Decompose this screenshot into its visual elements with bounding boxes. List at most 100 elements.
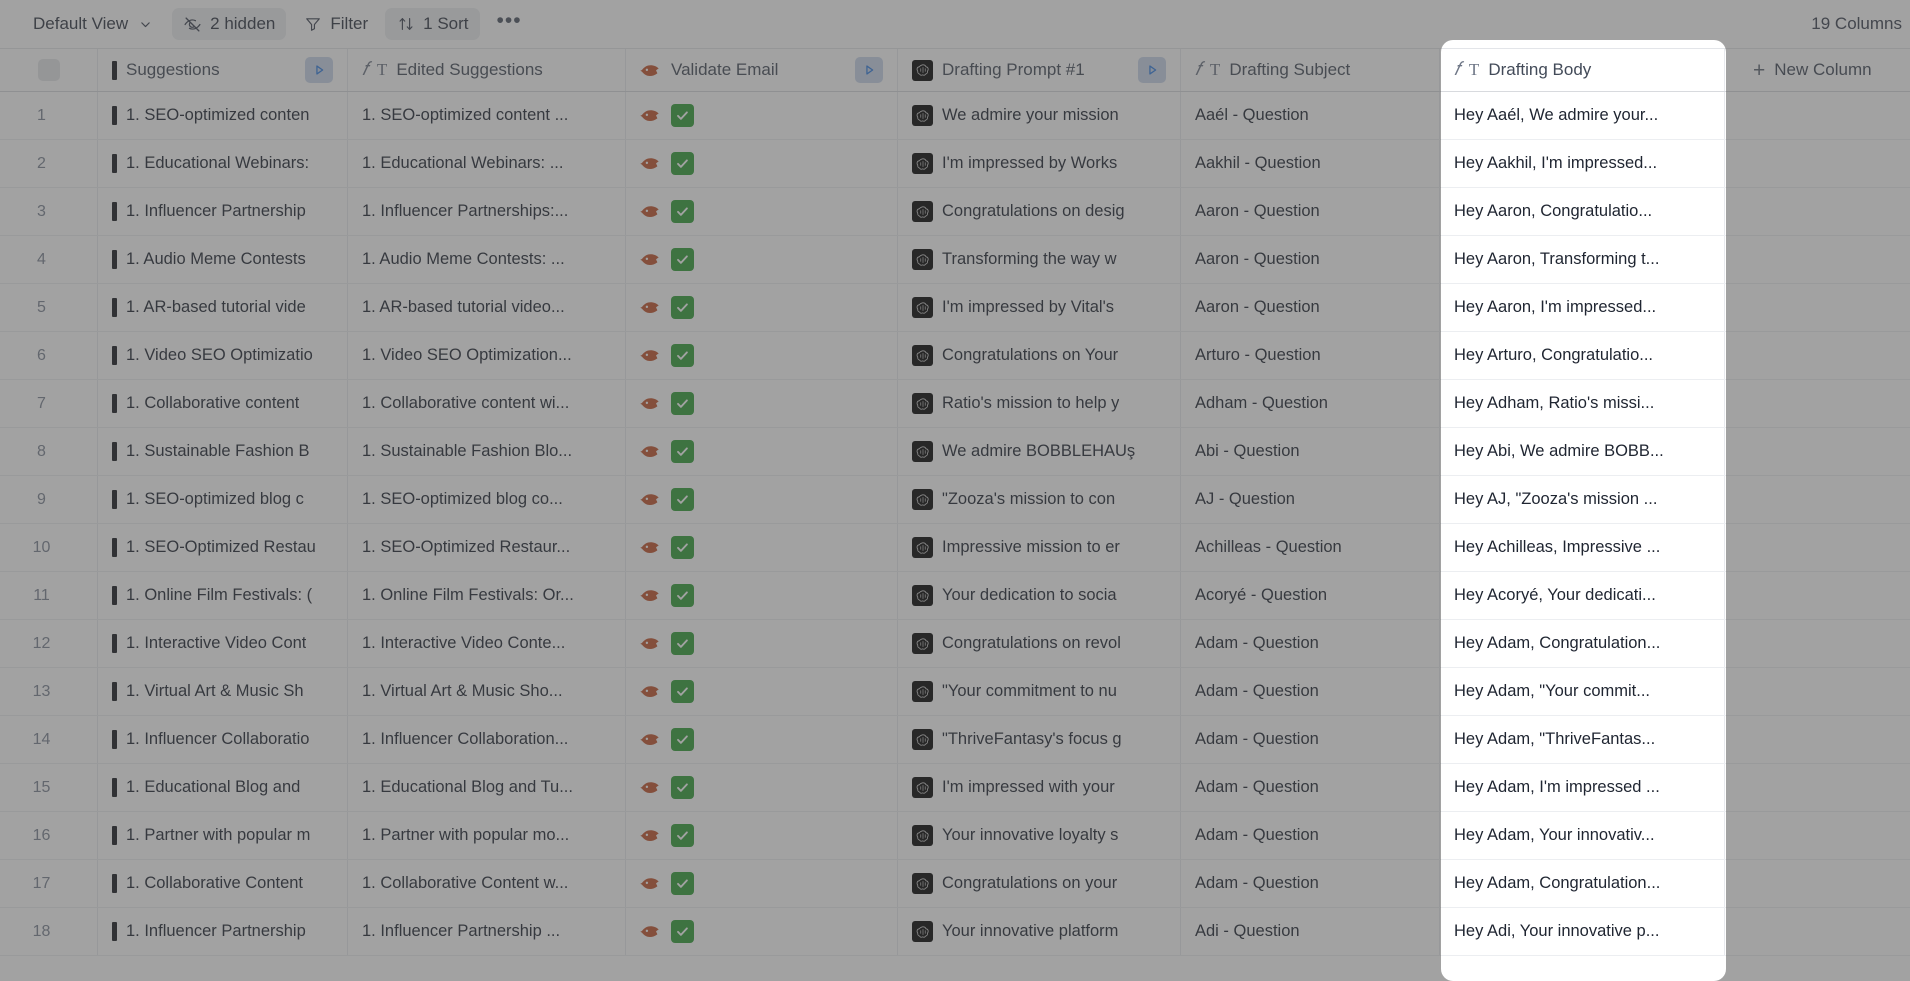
cell-drafting-prompt-1[interactable]: "ThriveFantasy's focus ɡ	[898, 716, 1181, 763]
cell-drafting-subject[interactable]: Adam - Question	[1181, 716, 1440, 763]
cell-drafting-subject[interactable]: Adam - Question	[1181, 812, 1440, 859]
cell-edited-suggestions[interactable]: 1. Educational Webinars: ...	[348, 140, 626, 187]
cell-drafting-subject[interactable]: Adham - Question	[1181, 380, 1440, 427]
cell-drafting-subject[interactable]: Adam - Question	[1181, 668, 1440, 715]
cell-drafting-body[interactable]: Hey Adam, Congratulation...	[1440, 620, 1725, 667]
cell-drafting-subject[interactable]: Aaron - Question	[1181, 188, 1440, 235]
cell-drafting-subject[interactable]: AJ - Question	[1181, 476, 1440, 523]
cell-suggestions[interactable]: 1. Audio Meme Contests	[98, 236, 348, 283]
cell-drafting-body[interactable]: Hey Adam, "Your commit...	[1440, 668, 1725, 715]
cell-suggestions[interactable]: 1. Collaborative Content	[98, 860, 348, 907]
run-column-button[interactable]	[1138, 57, 1166, 83]
cell-suggestions[interactable]: 1. Partner with popular m	[98, 812, 348, 859]
cell-drafting-body[interactable]: Hey Acoryé, Your dedicati...	[1440, 572, 1725, 619]
cell-validate-email[interactable]	[626, 476, 898, 523]
row-number-cell[interactable]: 16	[0, 812, 98, 859]
row-number-cell[interactable]: 17	[0, 860, 98, 907]
cell-edited-suggestions[interactable]: 1. Influencer Partnership ...	[348, 908, 626, 955]
cell-validate-email[interactable]	[626, 524, 898, 571]
cell-drafting-prompt-1[interactable]: Your innovative loyalty s	[898, 812, 1181, 859]
row-number-cell[interactable]: 9	[0, 476, 98, 523]
cell-drafting-body[interactable]: Hey Adam, "ThriveFantas...	[1440, 716, 1725, 763]
cell-drafting-subject[interactable]: Adam - Question	[1181, 860, 1440, 907]
cell-edited-suggestions[interactable]: 1. SEO-optimized blog co...	[348, 476, 626, 523]
table-row[interactable]: 7 1. Collaborative content 1. Collaborativ…	[0, 380, 1910, 428]
cell-drafting-prompt-1[interactable]: "Your commitment to nu	[898, 668, 1181, 715]
table-row[interactable]: 9 1. SEO-optimized blog c 1. SEO-optimized…	[0, 476, 1910, 524]
row-number-cell[interactable]: 2	[0, 140, 98, 187]
table-row[interactable]: 11 1. Online Film Festivals: (1. Online F…	[0, 572, 1910, 620]
filter-button[interactable]: Filter	[292, 8, 379, 40]
cell-drafting-prompt-1[interactable]: I'm impressed by Vital's	[898, 284, 1181, 331]
row-number-cell[interactable]: 8	[0, 428, 98, 475]
cell-drafting-prompt-1[interactable]: We admire your mission	[898, 92, 1181, 139]
cell-edited-suggestions[interactable]: 1. Sustainable Fashion Blo...	[348, 428, 626, 475]
column-header-validate-email[interactable]: Validate Email	[626, 49, 898, 91]
cell-drafting-prompt-1[interactable]: I'm impressed by Works	[898, 140, 1181, 187]
table-row[interactable]: 13 1. Virtual Art & Music Sh 1. Virtual Ar…	[0, 668, 1910, 716]
cell-edited-suggestions[interactable]: 1. AR-based tutorial video...	[348, 284, 626, 331]
cell-validate-email[interactable]	[626, 572, 898, 619]
table-row[interactable]: 10 1. SEO-Optimized Restau 1. SEO-Optimize…	[0, 524, 1910, 572]
cell-drafting-prompt-1[interactable]: "Zooza's mission to con	[898, 476, 1181, 523]
cell-drafting-subject[interactable]: Abi - Question	[1181, 428, 1440, 475]
cell-validate-email[interactable]	[626, 812, 898, 859]
cell-drafting-body[interactable]: Hey Achilleas, Impressive ...	[1440, 524, 1725, 571]
cell-edited-suggestions[interactable]: 1. Virtual Art & Music Sho...	[348, 668, 626, 715]
table-row[interactable]: 12 1. Interactive Video Cont 1. Interactiv…	[0, 620, 1910, 668]
cell-drafting-body[interactable]: Hey Aakhil, I'm impressed...	[1440, 140, 1725, 187]
select-all-cell[interactable]	[0, 49, 98, 91]
table-row[interactable]: 17 1. Collaborative Content 1. Collaborati…	[0, 860, 1910, 908]
cell-drafting-body[interactable]: Hey AJ, "Zooza's mission ...	[1440, 476, 1725, 523]
table-row[interactable]: 8 1. Sustainable Fashion B 1. Sustainable …	[0, 428, 1910, 476]
row-number-cell[interactable]: 5	[0, 284, 98, 331]
cell-drafting-subject[interactable]: Aaron - Question	[1181, 236, 1440, 283]
cell-validate-email[interactable]	[626, 716, 898, 763]
select-all-checkbox[interactable]	[37, 59, 60, 81]
cell-edited-suggestions[interactable]: 1. SEO-Optimized Restaur...	[348, 524, 626, 571]
column-header-drafting-subject[interactable]: 𝑓 T Drafting Subject	[1181, 49, 1440, 91]
run-column-button[interactable]	[855, 57, 883, 83]
cell-suggestions[interactable]: 1. Interactive Video Cont	[98, 620, 348, 667]
cell-drafting-prompt-1[interactable]: Congratulations on Your	[898, 332, 1181, 379]
row-number-cell[interactable]: 11	[0, 572, 98, 619]
cell-drafting-prompt-1[interactable]: I'm impressed with your	[898, 764, 1181, 811]
cell-edited-suggestions[interactable]: 1. Partner with popular mo...	[348, 812, 626, 859]
column-header-drafting-body[interactable]: 𝑓 T Drafting Body	[1440, 49, 1725, 91]
cell-drafting-subject[interactable]: Arturo - Question	[1181, 332, 1440, 379]
cell-suggestions[interactable]: 1. Virtual Art & Music Sh	[98, 668, 348, 715]
cell-drafting-body[interactable]: Hey Aaron, Transforming t...	[1440, 236, 1725, 283]
view-selector[interactable]: Default View	[22, 8, 166, 40]
sort-button[interactable]: 1 Sort	[385, 8, 480, 40]
more-options-button[interactable]: •••	[486, 8, 533, 40]
cell-suggestions[interactable]: 1. Educational Webinars:	[98, 140, 348, 187]
cell-validate-email[interactable]	[626, 428, 898, 475]
table-row[interactable]: 1 1. SEO-optimized conten 1. SEO-optimized…	[0, 92, 1910, 140]
cell-drafting-prompt-1[interactable]: Ratio's mission to help y	[898, 380, 1181, 427]
cell-suggestions[interactable]: 1. SEO-Optimized Restau	[98, 524, 348, 571]
row-number-cell[interactable]: 15	[0, 764, 98, 811]
cell-drafting-prompt-1[interactable]: Congratulations on your	[898, 860, 1181, 907]
cell-edited-suggestions[interactable]: 1. Collaborative Content w...	[348, 860, 626, 907]
cell-edited-suggestions[interactable]: 1. Educational Blog and Tu...	[348, 764, 626, 811]
cell-drafting-body[interactable]: Hey Abi, We admire BOBB...	[1440, 428, 1725, 475]
cell-drafting-prompt-1[interactable]: Congratulations on desiɡ	[898, 188, 1181, 235]
cell-edited-suggestions[interactable]: 1. SEO-optimized content ...	[348, 92, 626, 139]
cell-drafting-subject[interactable]: Adam - Question	[1181, 764, 1440, 811]
cell-drafting-prompt-1[interactable]: Your dedication to socia	[898, 572, 1181, 619]
row-number-cell[interactable]: 10	[0, 524, 98, 571]
table-row[interactable]: 4 1. Audio Meme Contests 1. Audio Meme Con…	[0, 236, 1910, 284]
cell-validate-email[interactable]	[626, 380, 898, 427]
table-row[interactable]: 15 1. Educational Blog and 1. Educational…	[0, 764, 1910, 812]
cell-validate-email[interactable]	[626, 140, 898, 187]
cell-suggestions[interactable]: 1. Educational Blog and	[98, 764, 348, 811]
cell-drafting-subject[interactable]: Acoryé - Question	[1181, 572, 1440, 619]
cell-drafting-body[interactable]: Hey Aaron, Congratulatio...	[1440, 188, 1725, 235]
cell-drafting-prompt-1[interactable]: Impressive mission to er	[898, 524, 1181, 571]
cell-validate-email[interactable]	[626, 332, 898, 379]
cell-drafting-subject[interactable]: Aakhil - Question	[1181, 140, 1440, 187]
cell-drafting-body[interactable]: Hey Adam, I'm impressed ...	[1440, 764, 1725, 811]
cell-validate-email[interactable]	[626, 236, 898, 283]
cell-drafting-body[interactable]: Hey Aaron, I'm impressed...	[1440, 284, 1725, 331]
cell-drafting-body[interactable]: Hey Adham, Ratio's missi...	[1440, 380, 1725, 427]
